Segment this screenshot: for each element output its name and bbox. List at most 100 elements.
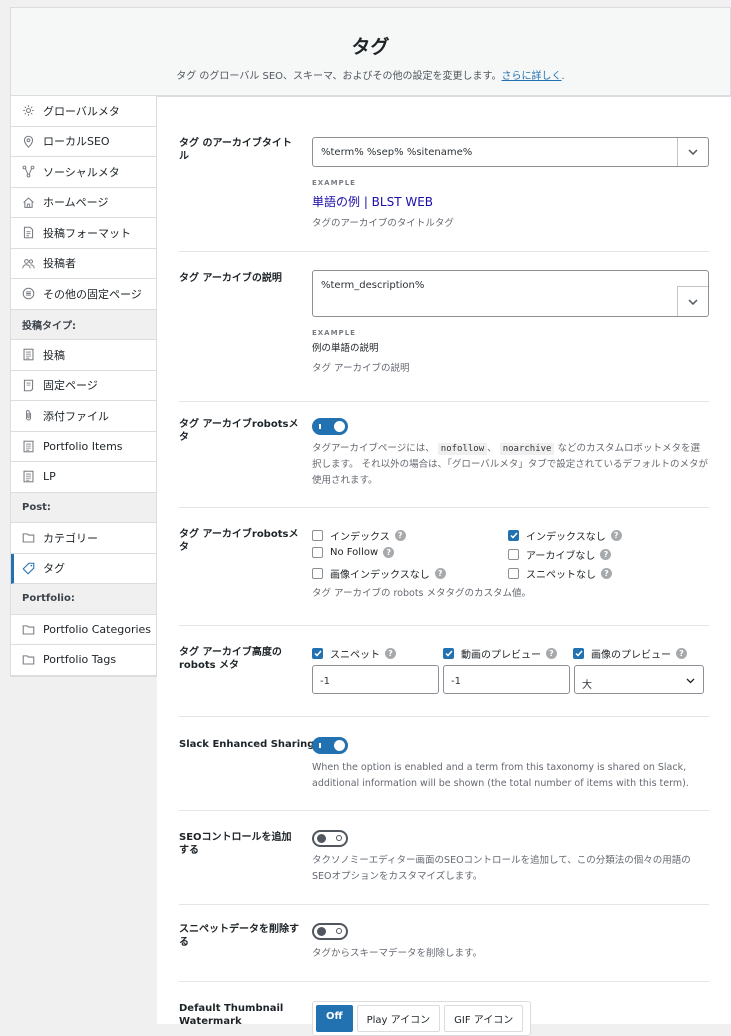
checkbox-noimageindex[interactable]: 画像インデックスなし? bbox=[312, 566, 446, 581]
code-noarchive: noarchive bbox=[499, 443, 555, 455]
page-icon bbox=[22, 379, 35, 392]
sidebar-item-group4-0[interactable]: Portfolio Categories bbox=[11, 614, 156, 645]
chevron-down-icon[interactable] bbox=[677, 286, 708, 316]
max-snippet-input[interactable]: -1 bbox=[312, 665, 439, 694]
subtitle-text: タグ のグローバル SEO、スキーマ、およびその他の設定を変更します。 bbox=[176, 71, 502, 82]
sidebar-section-heading: Post: bbox=[11, 492, 156, 523]
folder-icon bbox=[22, 623, 35, 636]
chevron-down-icon bbox=[686, 678, 695, 684]
label-slack: Slack Enhanced Sharing bbox=[179, 739, 315, 750]
checkbox-max-image-preview[interactable]: 画像のプレビュー? bbox=[573, 646, 687, 661]
sidebar-item-group2-3[interactable]: Portfolio Items bbox=[11, 431, 156, 462]
checkbox-noindex[interactable]: インデックスなし? bbox=[508, 528, 622, 543]
robots-default-control: タグアーカイブページには、 nofollow、 noarchive などのカスタ… bbox=[312, 418, 709, 489]
sidebar-item-group2-2[interactable]: 添付ファイル bbox=[11, 401, 156, 432]
field-description: タグ アーカイブの説明 bbox=[312, 363, 410, 374]
row-archive-title: タグ のアーカイブタイトル %term% %sep% %sitename% EX… bbox=[179, 97, 709, 252]
remove-snippet-control: タグからスキーマデータを削除します。 bbox=[312, 923, 709, 962]
sidebar-item-group2-1[interactable]: 固定ページ bbox=[11, 370, 156, 401]
remove-snippet-toggle[interactable] bbox=[312, 923, 348, 940]
checkbox-index[interactable]: インデックス? bbox=[312, 528, 406, 543]
label-archive-title: タグ のアーカイブタイトル bbox=[179, 138, 292, 162]
sidebar-item-group3-1[interactable]: タグ bbox=[11, 553, 156, 584]
archive-title-control: %term% %sep% %sitename% EXAMPLE 単語の例 | B… bbox=[312, 137, 709, 232]
field-description: タグのアーカイブのタイトルタグ bbox=[312, 218, 454, 229]
slack-toggle[interactable] bbox=[312, 737, 348, 754]
users-icon bbox=[22, 257, 35, 270]
label-robots-advanced: タグ アーカイブ高度の robots メタ bbox=[179, 647, 282, 671]
max-video-preview-input[interactable]: -1 bbox=[443, 665, 570, 694]
help-icon[interactable]: ? bbox=[676, 648, 687, 659]
sidebar-item-group3-0[interactable]: カテゴリー bbox=[11, 523, 156, 554]
sidebar-item-group2-4[interactable]: LP bbox=[11, 462, 156, 493]
page-subtitle: タグ のグローバル SEO、スキーマ、およびその他の設定を変更します。さらに詳し… bbox=[11, 67, 730, 82]
label-remove-snippet: スニペットデータを削除する bbox=[179, 924, 299, 948]
row-archive-description: タグ アーカイブの説明 %term_description% EXAMPLE 例… bbox=[179, 252, 709, 402]
sidebar-item-group4-1[interactable]: Portfolio Tags bbox=[11, 645, 156, 676]
field-description: When the option is enabled and a term fr… bbox=[312, 762, 689, 789]
checkbox-label: インデックス bbox=[330, 532, 390, 543]
checkbox-label: No Follow bbox=[330, 547, 379, 558]
help-icon[interactable]: ? bbox=[383, 547, 395, 558]
help-icon[interactable]: ? bbox=[434, 568, 446, 579]
field-description: タクソノミーエディター画面のSEOコントロールを追加して、この分類法の個々の用語… bbox=[312, 855, 691, 882]
help-icon[interactable]: ? bbox=[600, 549, 612, 560]
sidebar-item-group1-0[interactable]: グローバルメタ bbox=[11, 96, 156, 127]
max-image-preview-select[interactable]: 大 bbox=[574, 665, 704, 694]
checkbox-label: 動画のプレビュー bbox=[461, 650, 541, 661]
field-description: タグアーカイブページには、 nofollow、 noarchive などのカスタ… bbox=[312, 441, 709, 489]
sidebar-item-group1-6[interactable]: その他の固定ページ bbox=[11, 279, 156, 310]
sidebar-item-group1-2[interactable]: ソーシャルメタ bbox=[11, 157, 156, 188]
sidebar-item-group1-1[interactable]: ローカルSEO bbox=[11, 126, 156, 157]
example-label: EXAMPLE bbox=[312, 179, 356, 187]
learn-more-link[interactable]: さらに詳しく bbox=[502, 71, 562, 82]
watermark-button-group: Off Play アイコン GIF アイコン bbox=[312, 1001, 532, 1036]
help-icon[interactable]: ? bbox=[546, 648, 557, 659]
sidebar-item-group1-4[interactable]: 投稿フォーマット bbox=[11, 218, 156, 249]
archive-description-input[interactable]: %term_description% bbox=[312, 270, 709, 317]
sidebar-section-heading: Portfolio: bbox=[11, 584, 156, 615]
sidebar-item-group1-5[interactable]: 投稿者 bbox=[11, 248, 156, 279]
sidebar-item-label: Portfolio Items bbox=[43, 439, 123, 453]
sidebar-item-group1-3[interactable]: ホームページ bbox=[11, 187, 156, 218]
help-icon[interactable]: ? bbox=[601, 568, 612, 579]
page-title: タグ bbox=[351, 36, 390, 58]
help-icon[interactable]: ? bbox=[610, 530, 622, 541]
checkbox-max-snippet[interactable]: スニペット? bbox=[312, 646, 396, 661]
sidebar-item-label: カテゴリー bbox=[43, 531, 98, 545]
robots-default-toggle[interactable] bbox=[312, 418, 348, 435]
checkbox-nosnippet[interactable]: スニペットなし? bbox=[508, 566, 612, 581]
watermark-gif-button[interactable]: GIF アイコン bbox=[444, 1005, 524, 1032]
chevron-down-icon[interactable] bbox=[677, 138, 708, 166]
seo-controls-toggle[interactable] bbox=[312, 830, 348, 847]
watermark-off-button[interactable]: Off bbox=[316, 1005, 353, 1032]
archive-title-value: %term% %sep% %sitename% bbox=[321, 147, 473, 158]
tag-icon bbox=[22, 562, 35, 575]
robots-advanced-control: スニペット? 動画のプレビュー? 画像のプレビュー? -1 -1 大 bbox=[312, 646, 709, 696]
settings-panel: タグ のアーカイブタイトル %term% %sep% %sitename% EX… bbox=[157, 96, 731, 1036]
row-thumbnail-watermark: Default Thumbnail Watermark Off Play アイコ… bbox=[179, 982, 709, 1036]
checkbox-max-video-preview[interactable]: 動画のプレビュー? bbox=[443, 646, 557, 661]
help-icon[interactable]: ? bbox=[385, 648, 396, 659]
row-robots-custom: タグ アーカイブrobotsメタ インデックス? No Follow? 画像イン… bbox=[179, 508, 709, 626]
label-thumbnail-watermark: Default Thumbnail Watermark bbox=[179, 1003, 284, 1027]
sidebar: グローバルメタローカルSEO ソーシャルメタホームページ 投稿フォーマット 投稿者 その… bbox=[10, 96, 157, 677]
sidebar-item-group2-0[interactable]: 投稿 bbox=[11, 340, 156, 371]
sidebar-item-label: Portfolio Categories bbox=[43, 622, 152, 636]
archive-description-value: %term_description% bbox=[321, 280, 425, 291]
archive-title-input[interactable]: %term% %sep% %sitename% bbox=[312, 137, 709, 167]
sidebar-section-heading: 投稿タイプ: bbox=[11, 309, 156, 340]
watermark-play-button[interactable]: Play アイコン bbox=[356, 1005, 441, 1032]
sidebar-item-label: LP bbox=[43, 470, 56, 484]
post-icon bbox=[22, 470, 35, 483]
field-description: タグ アーカイブの robots メタタグのカスタム値。 bbox=[312, 588, 532, 599]
example-preview: 例の単語の説明 bbox=[312, 343, 379, 354]
checkbox-nofollow[interactable]: No Follow? bbox=[312, 547, 395, 558]
sidebar-item-label: ローカルSEO bbox=[43, 135, 110, 149]
checkbox-noarchive[interactable]: アーカイブなし? bbox=[508, 547, 612, 562]
help-icon[interactable]: ? bbox=[394, 530, 406, 541]
seo-controls-control: タクソノミーエディター画面のSEOコントロールを追加して、この分類法の個々の用語… bbox=[312, 830, 709, 885]
label-seo-controls: SEOコントロールを追加する bbox=[179, 832, 292, 856]
sidebar-item-label: 添付ファイル bbox=[43, 409, 109, 423]
sidebar-item-label: ソーシャルメタ bbox=[43, 165, 120, 179]
